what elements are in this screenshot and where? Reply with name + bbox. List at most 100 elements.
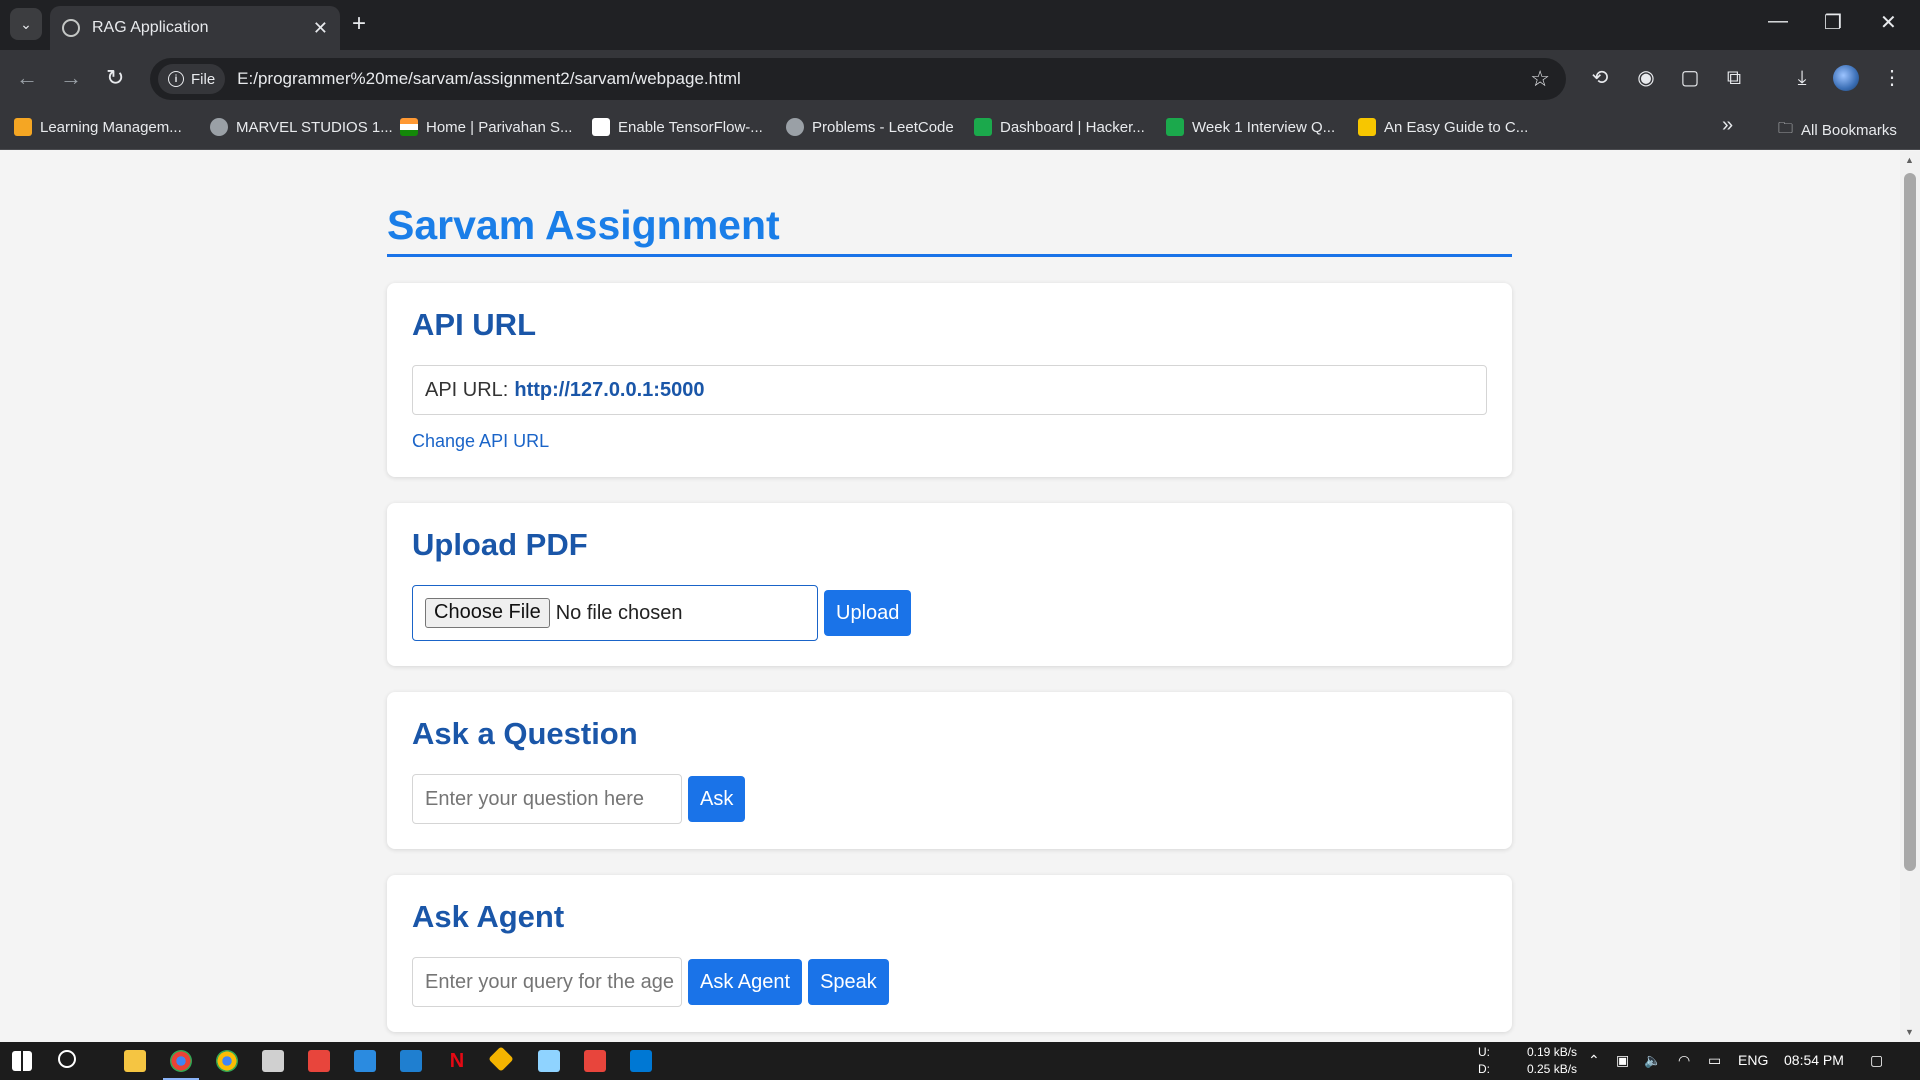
change-api-url-link[interactable]: Change API URL: [412, 431, 549, 452]
minimize-icon[interactable]: —: [1768, 10, 1788, 33]
api-url-label: API URL:: [425, 378, 509, 401]
bookmark-item[interactable]: Week 1 Interview Q...: [1166, 118, 1335, 136]
site-info-chip[interactable]: i File: [158, 64, 226, 94]
file-status-text: No file chosen: [555, 601, 683, 624]
question-input[interactable]: Enter your question here: [412, 774, 682, 824]
page-viewport: Sarvam Assignment API URL API URL: http:…: [0, 151, 1900, 1042]
net-down-label: D:: [1478, 1062, 1490, 1076]
file-explorer-icon[interactable]: [124, 1050, 146, 1072]
all-bookmarks[interactable]: 🗀 All Bookmarks: [1778, 118, 1897, 143]
windows-start-icon[interactable]: [12, 1051, 32, 1071]
netflix-icon[interactable]: N: [446, 1050, 468, 1072]
tray-app-icon[interactable]: ▣: [1616, 1052, 1629, 1069]
windows-taskbar: N U: D: 0.19 kB/s 0.25 kB/s ⌃ ▣ 🔈 ◠ ▭ EN…: [0, 1042, 1920, 1080]
forward-icon[interactable]: →: [60, 65, 82, 91]
api-url-card: API URL API URL: http://127.0.0.1:5000 C…: [387, 283, 1512, 477]
bookmark-favicon-icon: [1166, 118, 1184, 136]
git-icon[interactable]: [488, 1046, 514, 1072]
more-bookmarks-icon[interactable]: »: [1722, 114, 1733, 137]
site-info-label: File: [191, 70, 216, 88]
api-url-value: http://127.0.0.1:5000: [514, 378, 705, 401]
volume-icon[interactable]: 🔈: [1644, 1052, 1661, 1069]
reload-icon[interactable]: ↻: [106, 65, 124, 91]
page-scrollbar[interactable]: ▲ ▼: [1900, 151, 1920, 1042]
ask-question-heading: Ask a Question: [412, 716, 638, 751]
extension-glasses-icon[interactable]: ◉: [1634, 66, 1658, 90]
download-icon[interactable]: ⤓: [1790, 66, 1814, 90]
terminal-icon[interactable]: [262, 1050, 284, 1072]
window-close-icon[interactable]: ✕: [1880, 10, 1897, 35]
tab-active[interactable]: RAG Application ✕: [50, 6, 340, 50]
notifications-icon[interactable]: ▢: [1870, 1052, 1883, 1069]
menu-kebab-icon[interactable]: ⋮: [1880, 66, 1904, 90]
agent-query-input[interactable]: Enter your query for the age: [412, 957, 682, 1007]
bookmark-item[interactable]: Home | Parivahan S...: [400, 118, 572, 136]
calculator-icon[interactable]: [354, 1050, 376, 1072]
bookmarks-bar: Learning Managem... MARVEL STUDIOS 1... …: [0, 108, 1920, 150]
bookmark-item[interactable]: An Easy Guide to C...: [1358, 118, 1528, 136]
content-container: Sarvam Assignment API URL API URL: http:…: [387, 151, 1512, 1032]
bookmark-item[interactable]: Problems - LeetCode: [786, 118, 954, 136]
battery-icon[interactable]: ▭: [1708, 1052, 1721, 1069]
bookmark-favicon-icon: [14, 118, 32, 136]
ask-agent-button[interactable]: Ask Agent: [688, 959, 803, 1005]
scroll-thumb[interactable]: [1904, 173, 1916, 871]
address-bar[interactable]: i File E:/programmer%20me/sarvam/assignm…: [150, 58, 1566, 100]
chrome-profile-icon[interactable]: [216, 1050, 238, 1072]
bookmark-star-icon[interactable]: ☆: [1530, 66, 1550, 92]
bookmark-item[interactable]: Learning Managem...: [14, 118, 182, 136]
snipping-tool-icon[interactable]: [308, 1050, 330, 1072]
language-indicator[interactable]: ENG: [1738, 1052, 1768, 1068]
tray-chevron-icon[interactable]: ⌃: [1588, 1052, 1600, 1069]
snip-icon[interactable]: [584, 1050, 606, 1072]
bookmark-item[interactable]: Dashboard | Hacker...: [974, 118, 1145, 136]
wifi-icon[interactable]: ◠: [1678, 1052, 1690, 1069]
globe-icon: [62, 19, 80, 37]
bookmark-favicon-icon: [210, 118, 228, 136]
api-url-heading: API URL: [412, 307, 536, 342]
store-icon[interactable]: [400, 1050, 422, 1072]
api-url-display: API URL: http://127.0.0.1:5000: [412, 365, 1487, 415]
tab-strip: ⌄ RAG Application ✕ + — ❐ ✕: [0, 0, 1920, 50]
folder-icon: 🗀: [1778, 120, 1794, 137]
notes-icon[interactable]: [538, 1050, 560, 1072]
net-up-speed: 0.19 kB/s: [1527, 1045, 1578, 1059]
tab-search-icon[interactable]: ⌄: [10, 8, 42, 40]
url-text[interactable]: E:/programmer%20me/sarvam/assignment2/sa…: [237, 69, 1530, 89]
bookmark-favicon-icon: [592, 118, 610, 136]
clock[interactable]: 08:54 PM: [1784, 1052, 1844, 1068]
speak-button[interactable]: Speak: [808, 959, 889, 1005]
bookmark-item[interactable]: Enable TensorFlow-...: [592, 118, 763, 136]
bookmark-favicon-icon: [786, 118, 804, 136]
search-icon[interactable]: [58, 1050, 76, 1068]
bookmark-favicon-icon: [400, 118, 418, 136]
net-down-speed: 0.25 kB/s: [1527, 1062, 1578, 1076]
extensions-puzzle-icon[interactable]: ⧉: [1722, 66, 1746, 90]
scroll-up-icon[interactable]: ▲: [1905, 155, 1914, 165]
bookmark-item[interactable]: MARVEL STUDIOS 1...: [210, 118, 393, 136]
bookmark-favicon-icon: [1358, 118, 1376, 136]
vscode-icon[interactable]: [630, 1050, 652, 1072]
reading-mode-icon[interactable]: ▢: [1678, 66, 1702, 90]
tab-close-icon[interactable]: ✕: [313, 18, 328, 39]
ask-button[interactable]: Ask: [688, 776, 746, 822]
ask-agent-heading: Ask Agent: [412, 899, 565, 934]
scroll-down-icon[interactable]: ▼: [1905, 1027, 1914, 1037]
info-icon: i: [168, 71, 184, 87]
file-input[interactable]: Choose File No file chosen: [412, 585, 818, 641]
page-title: Sarvam Assignment: [387, 203, 1512, 257]
chrome-icon[interactable]: [170, 1050, 192, 1072]
profile-avatar[interactable]: [1833, 65, 1859, 91]
new-tab-button[interactable]: +: [352, 10, 366, 38]
upload-pdf-heading: Upload PDF: [412, 527, 588, 562]
back-icon[interactable]: ←: [16, 65, 38, 91]
restore-icon[interactable]: ❐: [1824, 10, 1842, 35]
ask-question-card: Ask a Question Enter your question here …: [387, 692, 1512, 849]
ask-agent-card: Ask Agent Enter your query for the age A…: [387, 875, 1512, 1032]
translate-icon[interactable]: ⟲: [1588, 66, 1612, 90]
bookmark-favicon-icon: [974, 118, 992, 136]
browser-toolbar: ← → ↻ i File E:/programmer%20me/sarvam/a…: [0, 50, 1920, 108]
choose-file-button[interactable]: Choose File: [425, 598, 550, 628]
upload-button[interactable]: Upload: [824, 590, 912, 636]
upload-pdf-card: Upload PDF Choose File No file chosen Up…: [387, 503, 1512, 666]
